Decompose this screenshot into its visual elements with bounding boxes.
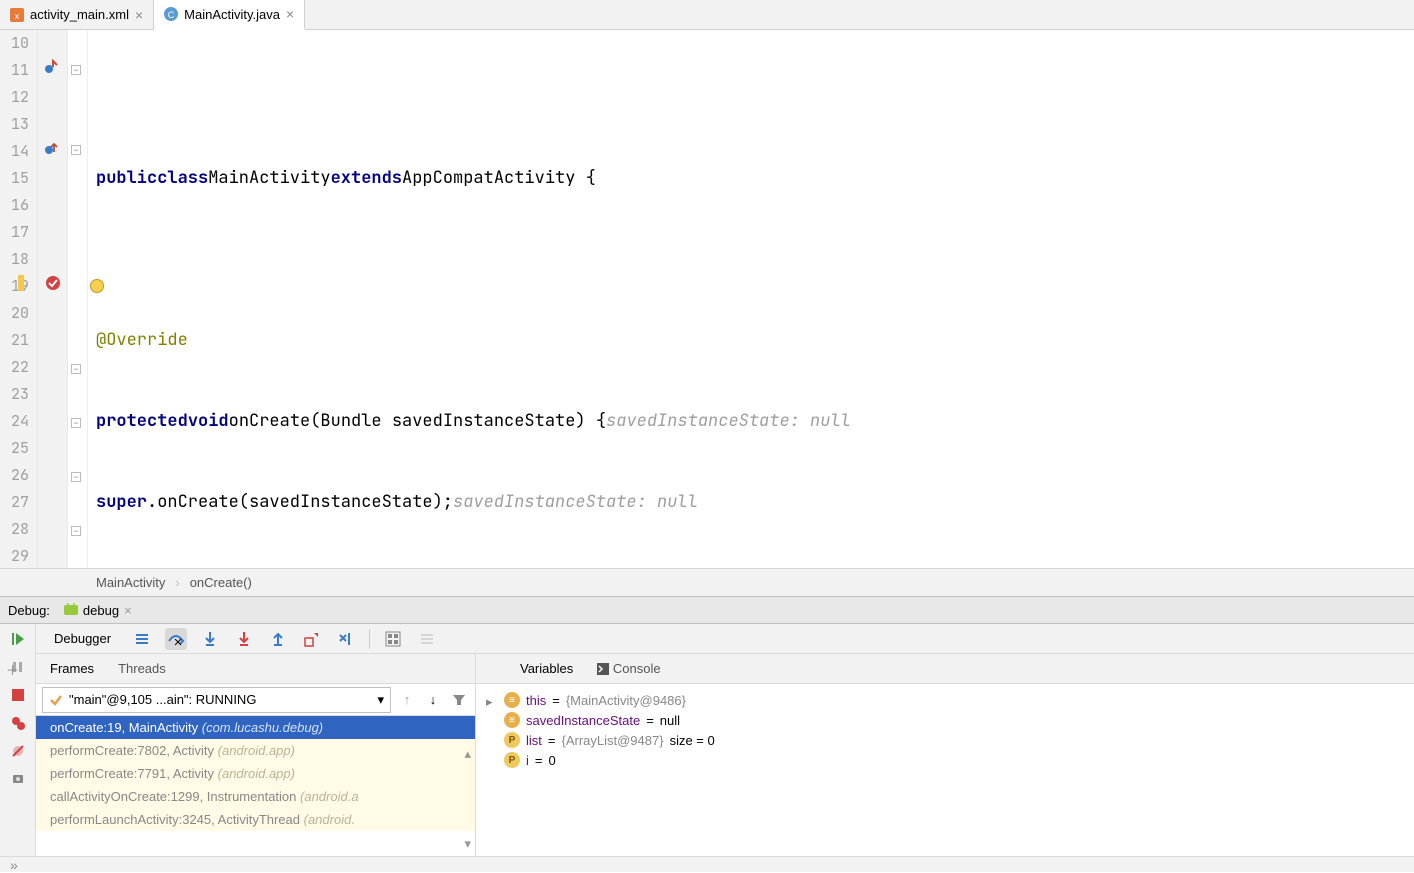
- force-step-into-icon[interactable]: [233, 628, 255, 650]
- filter-icon[interactable]: [449, 690, 469, 710]
- editor-tab-java[interactable]: C MainActivity.java ×: [154, 0, 305, 30]
- frame-item[interactable]: onCreate:19, MainActivity (com.lucashu.d…: [36, 716, 475, 739]
- fold-icon[interactable]: −: [71, 526, 81, 536]
- tab-label: MainActivity.java: [184, 7, 280, 22]
- warning-icon: [18, 275, 34, 291]
- debugger-step-toolbar: Debugger: [36, 624, 1414, 654]
- console-icon: [597, 663, 609, 675]
- variable-row[interactable]: P i = 0: [480, 750, 1410, 770]
- mute-breakpoints-icon[interactable]: [9, 742, 27, 760]
- expand-icon[interactable]: ▸: [486, 694, 493, 710]
- fold-icon[interactable]: −: [71, 145, 81, 155]
- add-watch-icon[interactable]: ＋: [6, 660, 26, 680]
- code-editor[interactable]: 1011121314151617181920212223242526272829…: [0, 30, 1414, 568]
- xml-file-icon: x: [10, 8, 24, 22]
- variable-row[interactable]: P list = {ArrayList@9487} size = 0: [480, 730, 1410, 750]
- trace-current-stream-icon: [416, 628, 438, 650]
- implements-icon[interactable]: [44, 140, 60, 156]
- chevron-down-icon: ▾: [377, 692, 384, 708]
- frame-item[interactable]: callActivityOnCreate:1299, Instrumentati…: [36, 785, 475, 808]
- frame-item[interactable]: performCreate:7791, Activity (android.ap…: [36, 762, 475, 785]
- variable-row[interactable]: ≡ savedInstanceState = null: [480, 710, 1410, 730]
- evaluate-expression-icon[interactable]: [382, 628, 404, 650]
- debug-tool-window-header: Debug: debug ×: [0, 596, 1414, 624]
- svg-text:x: x: [15, 11, 20, 21]
- fold-icon[interactable]: −: [71, 472, 81, 482]
- variable-list[interactable]: ▸ ≡ this = {MainActivity@9486}≡ savedIns…: [476, 684, 1414, 856]
- java-class-icon: C: [164, 7, 178, 21]
- close-icon[interactable]: ×: [135, 7, 143, 23]
- variables-tab[interactable]: Variables: [520, 661, 573, 676]
- step-over-icon[interactable]: [165, 628, 187, 650]
- fold-gutter: − − − − − −: [68, 30, 88, 568]
- android-icon: [64, 602, 78, 619]
- next-frame-icon[interactable]: ↓: [423, 690, 443, 710]
- threads-tab[interactable]: Threads: [118, 661, 166, 676]
- fold-icon[interactable]: −: [71, 364, 81, 374]
- stop-icon[interactable]: [9, 686, 27, 704]
- breadcrumb: MainActivity › onCreate(): [0, 568, 1414, 596]
- svg-text:C: C: [168, 10, 175, 20]
- console-tab[interactable]: Console: [597, 661, 660, 676]
- view-breakpoints-icon[interactable]: [9, 714, 27, 732]
- frame-item[interactable]: performCreate:7802, Activity (android.ap…: [36, 739, 475, 762]
- tab-label: activity_main.xml: [30, 7, 129, 22]
- debug-session-tab[interactable]: debug ×: [58, 602, 138, 619]
- more-tool-windows-icon[interactable]: »: [0, 856, 1414, 872]
- variable-row[interactable]: ≡ this = {MainActivity@9486}: [480, 690, 1410, 710]
- breadcrumb-item[interactable]: onCreate(): [190, 575, 252, 590]
- resume-program-icon[interactable]: [9, 630, 27, 648]
- frame-item[interactable]: performLaunchActivity:3245, ActivityThre…: [36, 808, 475, 831]
- check-icon: [49, 693, 63, 707]
- step-out-icon[interactable]: [267, 628, 289, 650]
- fold-icon[interactable]: −: [71, 65, 81, 75]
- frames-panel: Frames Threads "main"@9,105 ...ain": RUN…: [36, 654, 476, 856]
- line-number-gutter: 1011121314151617181920212223242526272829: [0, 30, 38, 568]
- chevron-right-icon: ›: [175, 575, 179, 590]
- show-execution-point-icon[interactable]: [131, 628, 153, 650]
- code-area[interactable]: public class MainActivity extends AppCom…: [88, 30, 1414, 568]
- scroll-up-icon[interactable]: ▴: [464, 746, 471, 762]
- run-to-cursor-icon[interactable]: [335, 628, 357, 650]
- frames-tab[interactable]: Frames: [50, 661, 94, 676]
- close-icon[interactable]: ×: [286, 6, 294, 22]
- close-icon[interactable]: ×: [124, 603, 132, 618]
- variables-panel: ＋ Variables Console ▸ ≡ this = {MainActi…: [476, 654, 1414, 856]
- get-thread-dump-icon[interactable]: [9, 770, 27, 788]
- previous-frame-icon[interactable]: ↑: [397, 690, 417, 710]
- debug-label: Debug:: [8, 603, 50, 618]
- debugger-tab[interactable]: Debugger: [46, 629, 119, 648]
- editor-tab-bar: x activity_main.xml × C MainActivity.jav…: [0, 0, 1414, 30]
- breakpoint-icon[interactable]: [45, 275, 61, 291]
- thread-selector[interactable]: "main"@9,105 ...ain": RUNNING ▾: [42, 687, 391, 713]
- scroll-down-icon[interactable]: ▾: [464, 836, 471, 852]
- fold-icon[interactable]: −: [71, 418, 81, 428]
- override-icon[interactable]: [44, 59, 60, 75]
- step-into-icon[interactable]: [199, 628, 221, 650]
- frame-list[interactable]: ▴ ▾ onCreate:19, MainActivity (com.lucas…: [36, 716, 475, 856]
- drop-frame-icon[interactable]: [301, 628, 323, 650]
- debug-panel: Debugger Frames Threads "main: [0, 624, 1414, 856]
- marker-gutter: [38, 30, 68, 568]
- editor-tab-xml[interactable]: x activity_main.xml ×: [0, 0, 154, 29]
- breadcrumb-item[interactable]: MainActivity: [96, 575, 165, 590]
